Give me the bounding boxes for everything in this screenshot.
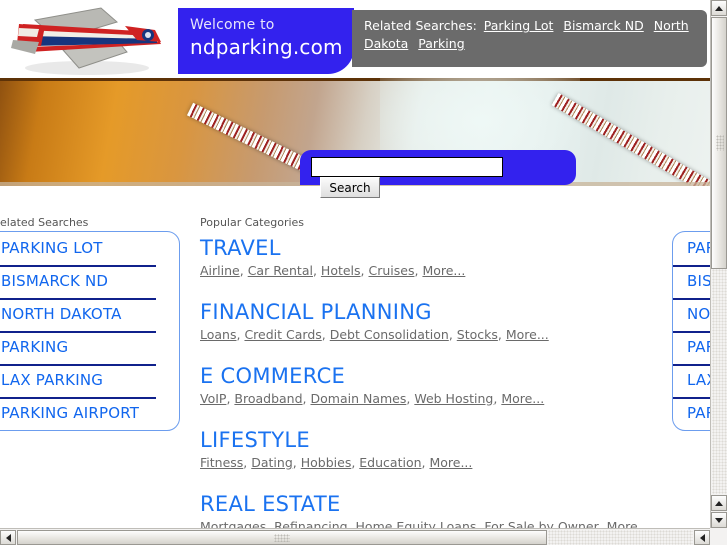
right-sidebar-item-6[interactable]: PARKING AIRPORT bbox=[673, 397, 710, 430]
search-input[interactable] bbox=[311, 157, 503, 177]
category-links-travel: Airline, Car Rental, Hotels, Cruises, Mo… bbox=[200, 263, 466, 278]
category-e-commerce: E COMMERCE VoIP, Broadband, Domain Names… bbox=[200, 364, 670, 407]
category-link-more[interactable]: More... bbox=[607, 519, 650, 528]
category-link-more[interactable]: More... bbox=[429, 455, 472, 470]
page-viewport: Welcome to ndparking.com Related Searche… bbox=[0, 0, 710, 528]
category-link[interactable]: Mortgages bbox=[200, 519, 266, 528]
sidebar-item-lax-parking[interactable]: LAX PARKING bbox=[0, 364, 179, 397]
category-link[interactable]: Credit Cards bbox=[244, 327, 321, 342]
sidebar-item-bismarck-nd[interactable]: BISMARCK ND bbox=[0, 265, 179, 298]
category-link[interactable]: Car Rental bbox=[248, 263, 313, 278]
category-link[interactable]: Web Hosting bbox=[414, 391, 493, 406]
horizontal-scrollbar-thumb[interactable] bbox=[17, 530, 547, 545]
chevron-left-icon bbox=[699, 533, 705, 542]
welcome-subtitle: Welcome to bbox=[190, 17, 275, 33]
search-button[interactable]: Search bbox=[320, 177, 380, 198]
sidebar-item-parking-lot[interactable]: PARKING LOT bbox=[0, 232, 179, 265]
related-search-link-parking[interactable]: Parking bbox=[418, 36, 464, 51]
category-link-more[interactable]: More... bbox=[422, 263, 465, 278]
category-link[interactable]: Loans bbox=[200, 327, 237, 342]
category-link[interactable]: Home Equity Loans bbox=[356, 519, 477, 528]
category-link[interactable]: Fitness bbox=[200, 455, 243, 470]
category-link[interactable]: Debt Consolidation bbox=[330, 327, 449, 342]
horizontal-scrollbar[interactable] bbox=[0, 528, 727, 545]
category-link[interactable]: Cruises bbox=[369, 263, 415, 278]
scroll-left-button-end[interactable] bbox=[694, 530, 710, 545]
right-sidebar-item-1[interactable]: PARKING LOT bbox=[673, 232, 710, 265]
category-link[interactable]: Broadband bbox=[234, 391, 302, 406]
category-links-financial-planning: Loans, Credit Cards, Debt Consolidation,… bbox=[200, 327, 549, 342]
category-link[interactable]: VoIP bbox=[200, 391, 226, 406]
related-search-link-parking-lot[interactable]: Parking Lot bbox=[484, 18, 554, 33]
category-link[interactable]: Dating bbox=[251, 455, 293, 470]
chevron-down-icon bbox=[715, 517, 723, 523]
category-title-lifestyle[interactable]: LIFESTYLE bbox=[200, 428, 670, 453]
vertical-scrollbar-thumb[interactable] bbox=[711, 17, 727, 269]
right-sidebar-item-5[interactable]: LAX PARKING bbox=[673, 364, 710, 397]
scroll-down-button[interactable] bbox=[711, 512, 727, 528]
category-link[interactable]: Education bbox=[359, 455, 421, 470]
related-searches-label: Related Searches: bbox=[364, 18, 477, 33]
category-title-e-commerce[interactable]: E COMMERCE bbox=[200, 364, 670, 389]
chevron-up-icon bbox=[715, 5, 723, 11]
category-link[interactable]: Hobbies bbox=[301, 455, 352, 470]
category-link-more[interactable]: More... bbox=[501, 391, 544, 406]
category-link[interactable]: Stocks bbox=[457, 327, 498, 342]
scroll-up-button[interactable] bbox=[711, 0, 727, 16]
scrollbar-grip-icon bbox=[274, 534, 290, 542]
category-link[interactable]: Domain Names bbox=[311, 391, 407, 406]
category-link[interactable]: Refinancing bbox=[274, 519, 347, 528]
related-searches-panel-right: PARKING LOT BISMARCK ND NORTH DAKOTA PAR… bbox=[672, 231, 710, 431]
chevron-left-icon bbox=[5, 533, 11, 542]
vertical-scrollbar[interactable] bbox=[710, 0, 727, 528]
banner-top-edge bbox=[0, 78, 710, 81]
category-travel: TRAVEL Airline, Car Rental, Hotels, Crui… bbox=[200, 236, 670, 279]
category-real-estate: REAL ESTATE Mortgages, Refinancing, Home… bbox=[200, 492, 670, 528]
vertical-scrollbar-track[interactable] bbox=[712, 269, 727, 494]
page-content: elated Searches Popular Categories PARKI… bbox=[0, 186, 710, 528]
airplane-logo bbox=[11, 7, 161, 75]
scroll-left-button[interactable] bbox=[0, 530, 16, 545]
related-searches-panel-left: PARKING LOT BISMARCK ND NORTH DAKOTA PAR… bbox=[0, 231, 180, 431]
popular-categories-heading: Popular Categories bbox=[200, 216, 305, 229]
category-financial-planning: FINANCIAL PLANNING Loans, Credit Cards, … bbox=[200, 300, 670, 343]
right-sidebar-item-2[interactable]: BISMARCK ND bbox=[673, 265, 710, 298]
category-title-financial-planning[interactable]: FINANCIAL PLANNING bbox=[200, 300, 670, 325]
right-sidebar-item-4[interactable]: PARKING bbox=[673, 331, 710, 364]
scroll-up-button-bottom[interactable] bbox=[711, 495, 727, 511]
category-links-e-commerce: VoIP, Broadband, Domain Names, Web Hosti… bbox=[200, 391, 545, 406]
category-lifestyle: LIFESTYLE Fitness, Dating, Hobbies, Educ… bbox=[200, 428, 670, 471]
category-title-real-estate[interactable]: REAL ESTATE bbox=[200, 492, 670, 517]
related-search-link-bismarck-nd[interactable]: Bismarck ND bbox=[563, 18, 643, 33]
horizontal-scrollbar-track[interactable] bbox=[548, 530, 693, 545]
related-searches-bar: Related Searches: Parking Lot Bismarck N… bbox=[352, 10, 707, 67]
site-header: Welcome to ndparking.com Related Searche… bbox=[0, 0, 710, 80]
scrollbar-corner bbox=[710, 528, 727, 545]
sidebar-item-parking-airport[interactable]: PARKING AIRPORT bbox=[0, 397, 179, 430]
category-links-lifestyle: Fitness, Dating, Hobbies, Education, Mor… bbox=[200, 455, 473, 470]
sidebar-item-parking[interactable]: PARKING bbox=[0, 331, 179, 364]
chevron-up-icon bbox=[715, 500, 723, 506]
right-sidebar-item-3[interactable]: NORTH DAKOTA bbox=[673, 298, 710, 331]
welcome-banner: Welcome to ndparking.com bbox=[178, 8, 354, 74]
left-column-heading: elated Searches bbox=[0, 216, 89, 229]
site-domain-title: ndparking.com bbox=[190, 35, 343, 59]
category-link[interactable]: Hotels bbox=[321, 263, 361, 278]
category-title-travel[interactable]: TRAVEL bbox=[200, 236, 670, 261]
sidebar-item-north-dakota[interactable]: NORTH DAKOTA bbox=[0, 298, 179, 331]
category-link[interactable]: For Sale by Owner bbox=[484, 519, 598, 528]
category-links-real-estate: Mortgages, Refinancing, Home Equity Loan… bbox=[200, 518, 670, 528]
category-link[interactable]: Airline bbox=[200, 263, 240, 278]
scrollbar-grip-icon bbox=[716, 135, 724, 151]
category-list: TRAVEL Airline, Car Rental, Hotels, Crui… bbox=[200, 236, 670, 528]
search-box: Search bbox=[300, 150, 576, 198]
category-link-more[interactable]: More... bbox=[506, 327, 549, 342]
